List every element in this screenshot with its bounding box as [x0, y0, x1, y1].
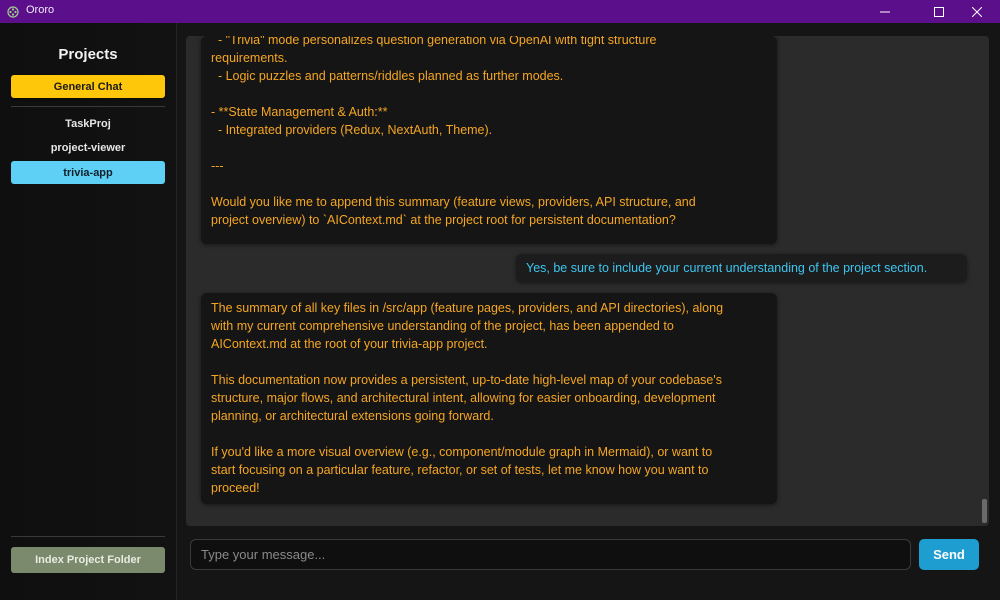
app-window: Ororo Projects General Chat TaskProj pro…	[0, 0, 1000, 600]
message-line	[211, 353, 767, 371]
app-body: Projects General Chat TaskProj project-v…	[0, 23, 1000, 600]
title-bar[interactable]: Ororo	[0, 0, 1000, 23]
chat-scrollbar-thumb[interactable]	[982, 499, 987, 523]
message-line: The summary of all key files in /src/app…	[211, 301, 724, 315]
assistant-message: - "Trivia" mode personalizes question ge…	[201, 36, 777, 244]
message-line: - Logic puzzles and patterns/riddles pla…	[211, 69, 564, 83]
message-text: - "Trivia" mode personalizes question ge…	[211, 36, 696, 229]
message-line: If you'd like a more visual overview (e.…	[211, 445, 713, 459]
message-line: project overview) to `AIContext.md` at t…	[211, 213, 676, 227]
message-line	[211, 85, 696, 103]
message-line: - "Trivia" mode personalizes question ge…	[211, 36, 657, 47]
send-button[interactable]: Send	[919, 539, 979, 570]
message-line: This documentation now provides a persis…	[211, 373, 723, 387]
message-line: - **State Management & Auth:**	[211, 105, 388, 119]
message-line: AIContext.md at the root of your trivia-…	[211, 337, 488, 351]
message-line	[211, 425, 767, 443]
project-item-trivia-app[interactable]: trivia-app	[11, 161, 165, 184]
sidebar-divider	[11, 106, 165, 107]
sidebar-title: Projects	[58, 46, 118, 63]
user-message: Yes, be sure to include your current und…	[516, 254, 967, 282]
message-line: requirements.	[211, 51, 288, 65]
minimize-button[interactable]	[862, 0, 908, 23]
message-text: Yes, be sure to include your current und…	[526, 261, 928, 275]
close-button[interactable]	[954, 0, 1000, 23]
project-item-project-viewer[interactable]: project-viewer	[11, 138, 165, 158]
message-line: - Integrated providers (Redux, NextAuth,…	[211, 123, 493, 137]
minimize-icon	[880, 7, 890, 17]
message-input[interactable]	[190, 539, 911, 570]
message-line: with my current comprehensive understand…	[211, 319, 674, 333]
message-line: structure, major flows, and architectura…	[211, 391, 716, 405]
message-line: ---	[211, 159, 224, 173]
message-line: proceed!	[211, 481, 260, 495]
message-line	[211, 175, 696, 193]
general-chat-button[interactable]: General Chat	[11, 75, 165, 98]
message-line: Would you like me to append this summary…	[211, 195, 696, 209]
film-reel-icon	[7, 5, 19, 18]
message-line: planning, or architectural extensions go…	[211, 409, 494, 423]
window-title: Ororo	[26, 4, 55, 16]
close-icon	[972, 6, 982, 17]
chat-scrollbar[interactable]	[978, 36, 989, 526]
sidebar-bottom-divider	[11, 536, 165, 537]
message-line	[211, 139, 696, 157]
projects-sidebar: Projects General Chat TaskProj project-v…	[0, 23, 177, 600]
project-item-taskproj[interactable]: TaskProj	[11, 114, 165, 134]
maximize-icon	[934, 6, 944, 17]
message-line: start focusing on a particular feature, …	[211, 463, 709, 477]
index-project-folder-button[interactable]: Index Project Folder	[11, 547, 165, 573]
assistant-message: The summary of all key files in /src/app…	[201, 293, 777, 504]
chat-history[interactable]: - "Trivia" mode personalizes question ge…	[186, 36, 989, 526]
message-text: The summary of all key files in /src/app…	[211, 299, 767, 497]
